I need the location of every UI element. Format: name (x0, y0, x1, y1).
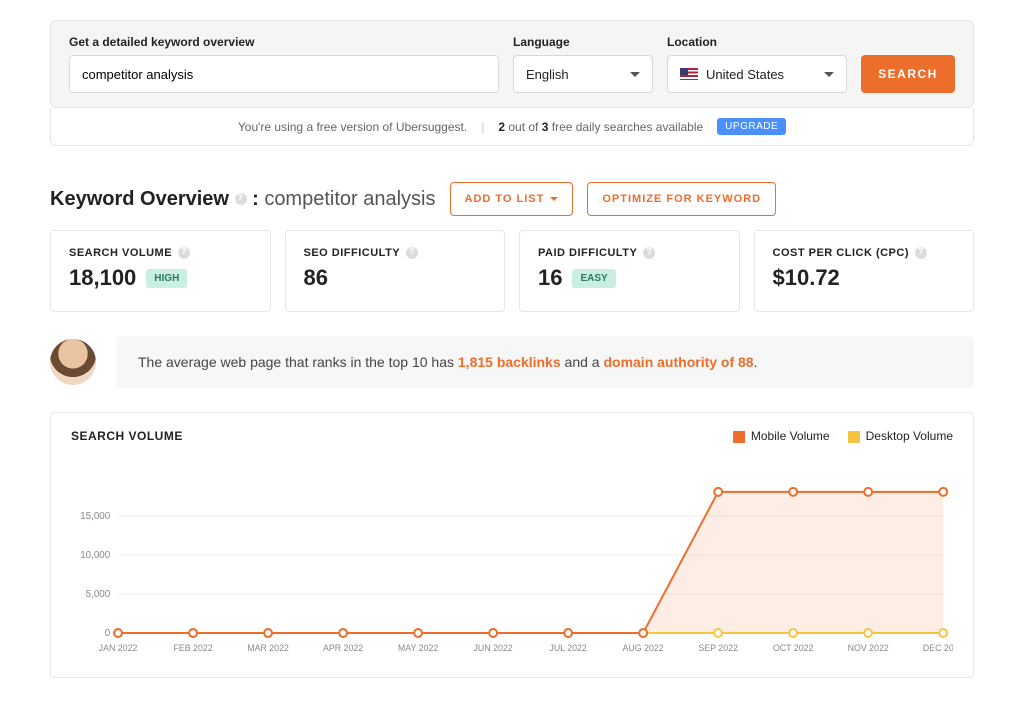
location-field-group: Location United States (667, 35, 847, 93)
insight-text: The average web page that ranks in the t… (116, 336, 974, 388)
legend-mobile: Mobile Volume (733, 429, 830, 443)
keyword-input[interactable] (69, 55, 499, 93)
insight-authority: domain authority of 88 (603, 354, 753, 370)
location-value: United States (706, 67, 784, 82)
metric-value: 86 (304, 265, 328, 291)
keyword-display: competitor analysis (264, 188, 435, 210)
info-icon[interactable] (915, 247, 927, 259)
chart-legend: Mobile Volume Desktop Volume (733, 429, 953, 443)
language-field-group: Language English (513, 35, 653, 93)
page-title: Keyword Overview : competitor analysis (50, 188, 436, 211)
insight-mid: and a (561, 354, 604, 370)
location-select[interactable]: United States (667, 55, 847, 93)
svg-text:AUG 2022: AUG 2022 (623, 643, 664, 653)
svg-text:10,000: 10,000 (80, 550, 110, 561)
insight-row: The average web page that ranks in the t… (50, 336, 974, 388)
free-version-text: You're using a free version of Ubersugge… (238, 120, 467, 134)
svg-text:0: 0 (105, 628, 111, 639)
metric-value: 16 (538, 265, 562, 291)
insight-pre: The average web page that ranks in the t… (138, 354, 458, 370)
chevron-down-icon (824, 72, 834, 77)
svg-text:JUN 2022: JUN 2022 (474, 643, 513, 653)
svg-text:FEB 2022: FEB 2022 (173, 643, 212, 653)
metric-label: PAID DIFFICULTY (538, 247, 637, 259)
svg-text:NOV 2022: NOV 2022 (848, 643, 889, 653)
svg-text:15,000: 15,000 (80, 511, 110, 522)
svg-text:SEP 2022: SEP 2022 (698, 643, 738, 653)
insight-post: . (754, 354, 758, 370)
remaining-count: 2 (498, 120, 505, 134)
info-icon[interactable] (178, 247, 190, 259)
location-label: Location (667, 35, 847, 49)
total-count: 3 (542, 120, 549, 134)
free-searches-text: 2 out of 3 free daily searches available (498, 120, 703, 134)
upgrade-button[interactable]: UPGRADE (717, 118, 786, 135)
chevron-down-icon (550, 197, 558, 201)
language-value: English (526, 67, 569, 82)
svg-text:MAY 2022: MAY 2022 (398, 643, 438, 653)
search-button[interactable]: SEARCH (861, 55, 955, 93)
metric-badge: HIGH (146, 269, 187, 288)
metric-paid-difficulty: PAID DIFFICULTY 16 EASY (519, 230, 740, 312)
svg-text:JAN 2022: JAN 2022 (99, 643, 138, 653)
metrics-row: SEARCH VOLUME 18,100 HIGH SEO DIFFICULTY … (50, 230, 974, 312)
search-volume-chart-card: SEARCH VOLUME Mobile Volume Desktop Volu… (50, 412, 974, 678)
avatar (50, 339, 96, 385)
legend-swatch-icon (733, 431, 745, 443)
overview-header: Keyword Overview : competitor analysis A… (50, 182, 974, 216)
page-title-text: Keyword Overview (50, 188, 229, 210)
divider: | (481, 120, 484, 134)
chevron-down-icon (630, 72, 640, 77)
add-to-list-button[interactable]: ADD TO LIST (450, 182, 574, 216)
metric-seo-difficulty: SEO DIFFICULTY 86 (285, 230, 506, 312)
add-to-list-label: ADD TO LIST (465, 193, 545, 205)
keyword-label: Get a detailed keyword overview (69, 35, 499, 49)
search-volume-chart: 0 5,000 10,000 15,000 JAN 2022 FEB 2022 MAR 20… (71, 457, 953, 657)
legend-swatch-icon (848, 431, 860, 443)
svg-text:JUL 2022: JUL 2022 (549, 643, 586, 653)
us-flag-icon (680, 68, 698, 80)
free-version-bar: You're using a free version of Ubersugge… (50, 108, 974, 146)
svg-text:APR 2022: APR 2022 (323, 643, 363, 653)
metric-value: 18,100 (69, 265, 136, 291)
free-suffix: free daily searches available (552, 120, 703, 134)
legend-desktop-label: Desktop Volume (866, 429, 953, 443)
svg-text:MAR 2022: MAR 2022 (247, 643, 289, 653)
metric-value: $10.72 (773, 265, 840, 291)
language-select[interactable]: English (513, 55, 653, 93)
metric-search-volume: SEARCH VOLUME 18,100 HIGH (50, 230, 271, 312)
svg-text:DEC 2022: DEC 2022 (923, 643, 953, 653)
metric-label: COST PER CLICK (CPC) (773, 247, 910, 259)
metric-cpc: COST PER CLICK (CPC) $10.72 (754, 230, 975, 312)
chart-title: SEARCH VOLUME (71, 429, 183, 443)
metric-label: SEO DIFFICULTY (304, 247, 401, 259)
language-label: Language (513, 35, 653, 49)
insight-backlinks: 1,815 backlinks (458, 354, 561, 370)
legend-desktop: Desktop Volume (848, 429, 953, 443)
svg-text:5,000: 5,000 (86, 589, 111, 600)
search-panel: Get a detailed keyword overview Language… (50, 20, 974, 108)
legend-mobile-label: Mobile Volume (751, 429, 830, 443)
optimize-button[interactable]: OPTIMIZE FOR KEYWORD (587, 182, 776, 216)
keyword-field-group: Get a detailed keyword overview (69, 35, 499, 93)
info-icon[interactable] (235, 193, 247, 205)
metric-label: SEARCH VOLUME (69, 247, 172, 259)
svg-text:OCT 2022: OCT 2022 (773, 643, 814, 653)
info-icon[interactable] (406, 247, 418, 259)
chart-header: SEARCH VOLUME Mobile Volume Desktop Volu… (71, 429, 953, 443)
info-icon[interactable] (643, 247, 655, 259)
metric-badge: EASY (572, 269, 615, 288)
